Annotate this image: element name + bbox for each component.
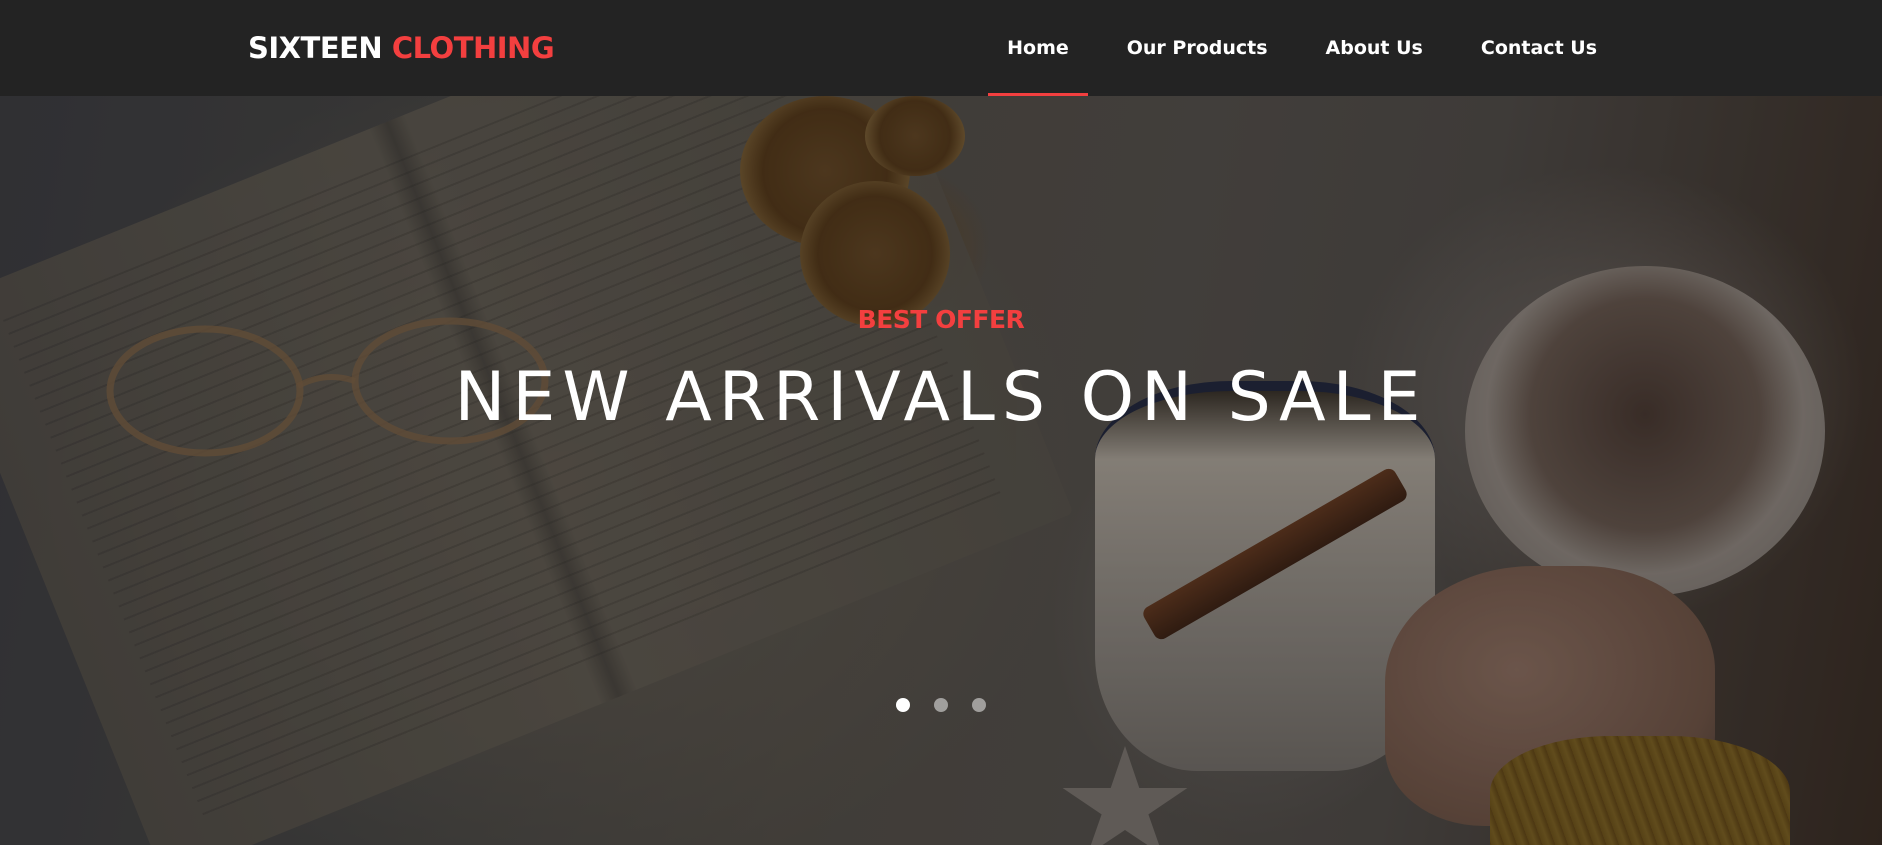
site-header: SIXTEEN CLOTHING Home Our Products About… [0,0,1882,96]
nav-item-home[interactable]: Home [978,0,1098,96]
brand-name-accent: CLOTHING [391,31,555,65]
carousel-dots [0,698,1882,712]
nav-item-about-us[interactable]: About Us [1297,0,1452,96]
hero-banner [0,96,1882,845]
brand-logo[interactable]: SIXTEEN CLOTHING [248,30,555,66]
carousel-dot-3[interactable] [972,698,986,712]
main-nav: Home Our Products About Us Contact Us [978,0,1626,96]
hero-title: NEW ARRIVALS ON SALE [454,358,1428,437]
carousel-dot-2[interactable] [934,698,948,712]
brand-name-primary: SIXTEEN [248,31,383,65]
nav-item-our-products[interactable]: Our Products [1098,0,1297,96]
nav-item-contact-us[interactable]: Contact Us [1452,0,1626,96]
carousel-dot-1[interactable] [896,698,910,712]
hero-subtitle: BEST OFFER [857,305,1025,334]
